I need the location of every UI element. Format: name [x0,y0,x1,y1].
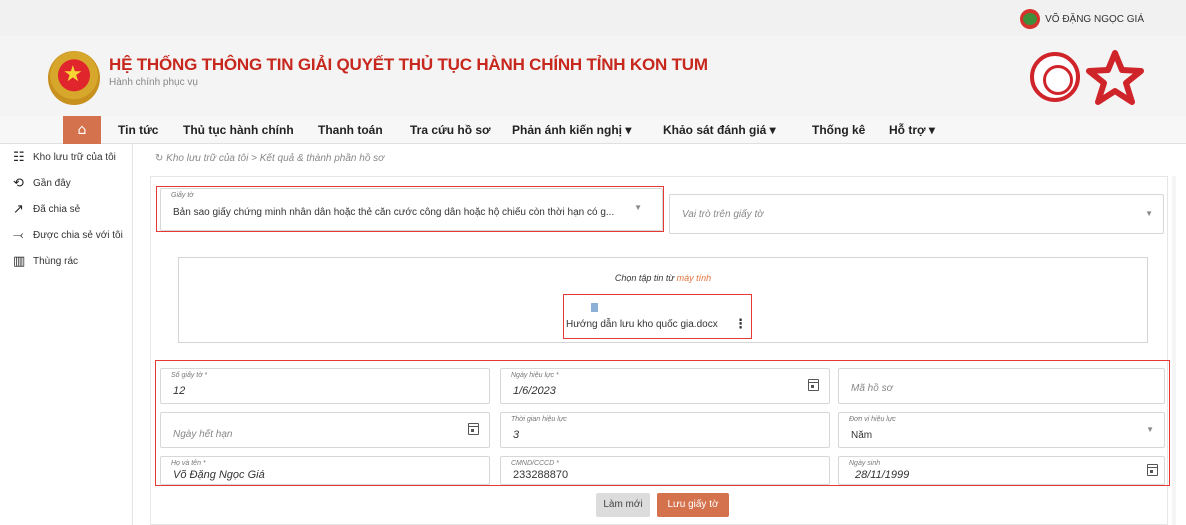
sidebar: ☷ Kho lưu trữ của tôi ⟲ Gần đây ↗ Đã chi… [0,144,133,525]
sidebar-item-recent[interactable]: ⟲ Gần đây [0,170,132,196]
national-emblem-logo [48,51,100,105]
dropzone-prompt: Chọn tập tin từ máy tính [179,273,1147,283]
vai-tro-select[interactable]: Vai trò trên giấy tờ ▼ [669,194,1164,234]
avatar [1020,9,1041,29]
save-document-button[interactable]: Lưu giấy tờ [657,493,729,517]
top-bar: VÕ ĐẶNG NGỌC GIÁ [0,0,1186,36]
user-name: VÕ ĐẶNG NGỌC GIÁ [1045,13,1144,25]
highlight-file [563,294,752,339]
vai-tro-placeholder: Vai trò trên giấy tờ [682,209,764,220]
nav-item-phan-anh[interactable]: Phản ánh kiến nghị ▾ [512,123,631,137]
sidebar-item-trash[interactable]: ▥ Thùng rác [0,248,132,274]
province-seal-logo [1030,52,1080,102]
sidebar-item-shared[interactable]: ↗ Đã chia sẻ [0,196,132,222]
highlight-giay-to [156,186,664,232]
nav-item-ho-tro[interactable]: Hỗ trợ ▾ [889,123,935,137]
reset-button[interactable]: Làm mới [596,493,650,517]
nav-item-tin-tuc[interactable]: Tin tức [118,123,158,137]
choose-from-computer-link[interactable]: máy tính [677,273,712,283]
breadcrumb-icon: ↻ [155,153,164,164]
breadcrumb-path: Kho lưu trữ của tôi > Kết quả & thành ph… [166,153,385,164]
sidebar-item-label: Được chia sẻ với tôi [33,229,123,241]
star-logo [1086,50,1144,105]
history-icon: ⟲ [13,175,24,191]
chevron-down-icon: ▼ [1145,209,1153,218]
breadcrumb[interactable]: ↻ Kho lưu trữ của tôi > Kết quả & thành … [155,153,384,164]
sidebar-item-label: Thùng rác [33,255,79,267]
site-header: HỆ THỐNG THÔNG TIN GIẢI QUYẾT THỦ TỤC HÀ… [0,36,1186,116]
nav-item-khao-sat[interactable]: Khảo sát đánh giá ▾ [663,123,776,137]
shared-with-me-icon: ⤙ [13,227,24,243]
sidebar-item-shared-with-me[interactable]: ⤙ Được chia sẻ với tôi [0,222,132,248]
site-title: HỆ THỐNG THÔNG TIN GIẢI QUYẾT THỦ TỤC HÀ… [109,55,708,74]
dropzone-prompt-text: Chọn tập tin từ [614,273,677,283]
sidebar-item-label: Kho lưu trữ của tôi [33,151,116,163]
home-icon[interactable]: ⌂ [63,116,101,144]
trash-icon: ▥ [13,253,26,269]
scrollbar[interactable] [1172,176,1176,525]
sidebar-item-label: Gần đây [33,177,71,189]
sidebar-item-my-storage[interactable]: ☷ Kho lưu trữ của tôi [0,144,132,170]
nav-item-tra-cuu[interactable]: Tra cứu hồ sơ [410,123,491,137]
nav-item-thanh-toan[interactable]: Thanh toán [318,123,383,137]
nav-item-thong-ke[interactable]: Thống kê [812,123,865,137]
share-icon: ↗ [13,201,24,217]
main-nav: ⌂ Tin tức Thủ tục hành chính Thanh toán … [0,116,1186,144]
site-subtitle: Hành chính phục vụ [109,77,198,88]
sidebar-item-label: Đã chia sẻ [33,203,81,215]
user-menu[interactable]: VÕ ĐẶNG NGỌC GIÁ [1020,9,1144,29]
nav-item-thu-tuc[interactable]: Thủ tục hành chính [183,123,294,137]
highlight-detail-fields [155,360,1170,486]
storage-search-icon: ☷ [13,149,25,165]
